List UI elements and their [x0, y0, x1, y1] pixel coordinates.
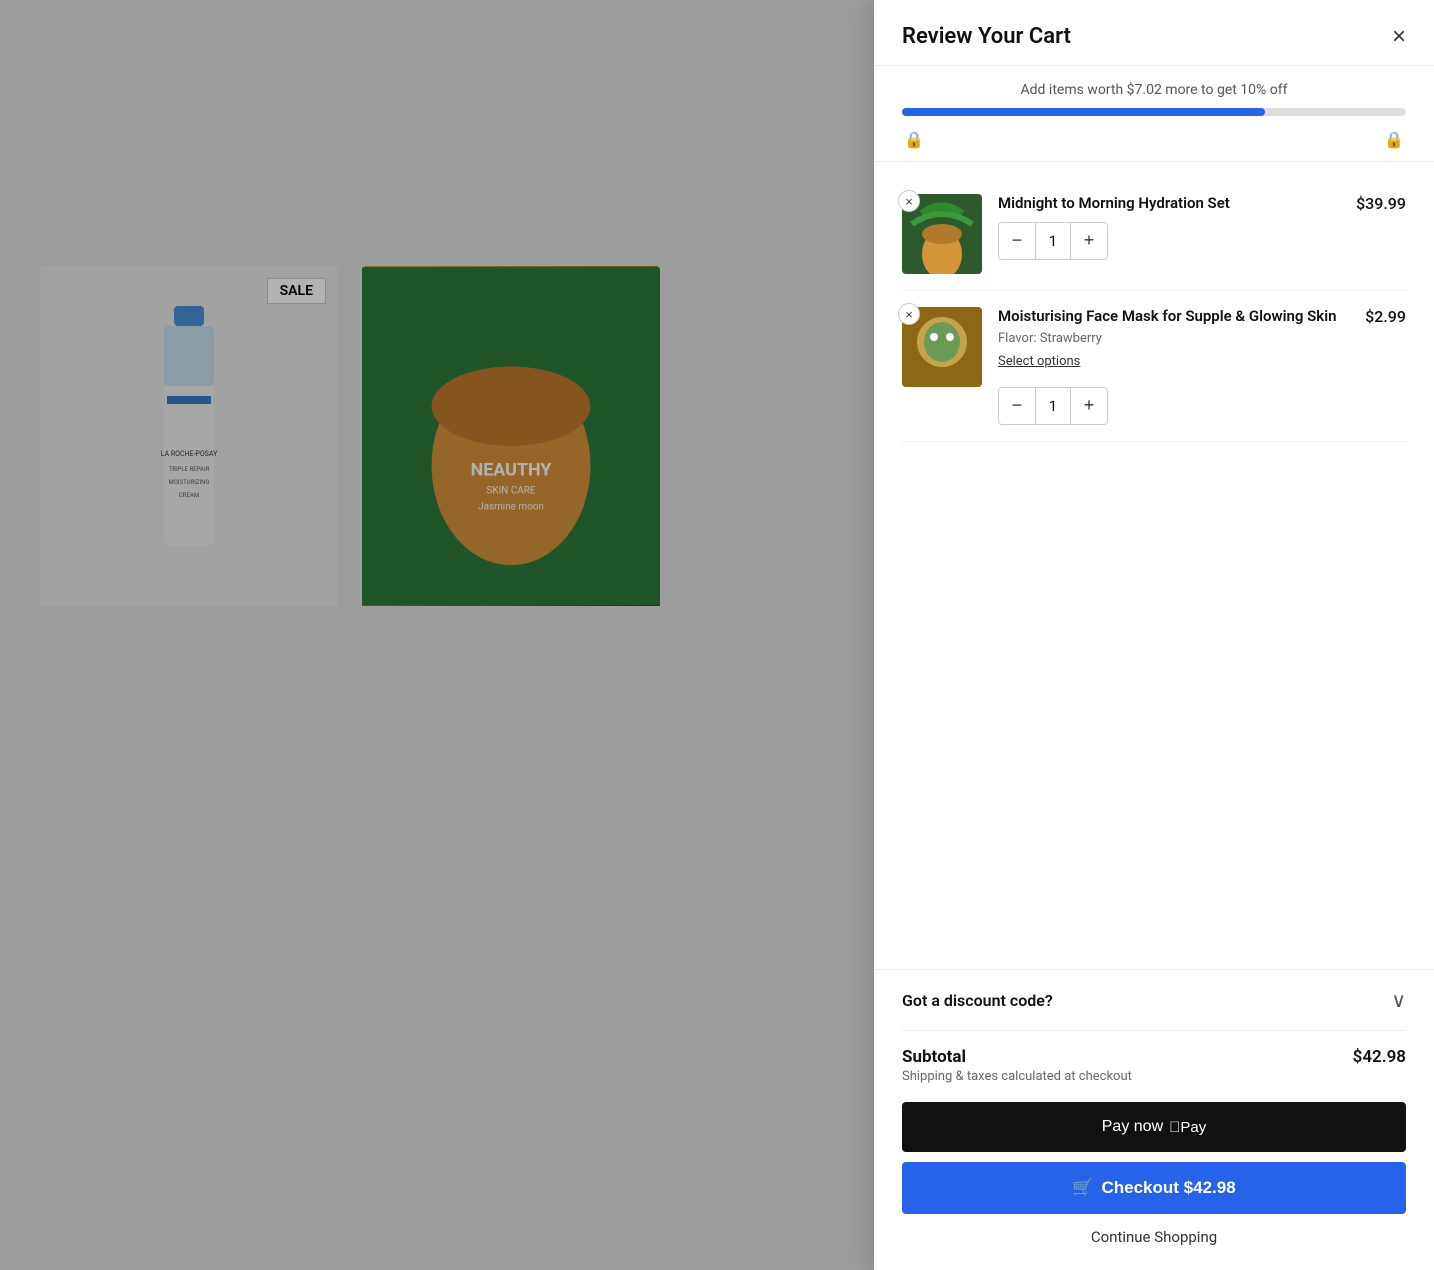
cart-header: Review Your Cart × [874, 0, 1434, 66]
discount-code-row[interactable]: Got a discount code? ∨ [902, 970, 1406, 1031]
cart-panel: Review Your Cart × Add items worth $7.02… [874, 0, 1434, 1270]
checkout-button[interactable]: 🛒 Checkout $42.98 [902, 1162, 1406, 1214]
subtotal-row: Subtotal Shipping & taxes calculated at … [902, 1031, 1406, 1088]
lock-icon-right: 🔒 [1384, 130, 1404, 149]
cart-items-list: × Midnight to Morning Hydration Set − 1 … [874, 162, 1434, 969]
subtotal-amount: $42.98 [1353, 1047, 1406, 1067]
increase-qty-2-button[interactable]: + [1071, 388, 1107, 424]
cart-item-1: × Midnight to Morning Hydration Set − 1 … [902, 178, 1406, 291]
chevron-down-icon: ∨ [1391, 988, 1406, 1012]
remove-item-1-button[interactable]: × [898, 190, 920, 212]
cart-item-1-quantity: − 1 + [998, 222, 1108, 260]
cart-item-2-name: Moisturising Face Mask for Supple & Glow… [998, 307, 1349, 327]
decrease-qty-1-button[interactable]: − [999, 223, 1035, 259]
discount-message: Add items worth $7.02 more to get 10% of… [902, 82, 1406, 98]
discount-progress-bar [902, 108, 1406, 116]
progress-bar-fill [902, 108, 1265, 116]
lock-icons: 🔒 🔒 [902, 130, 1406, 149]
cart-item-2-price: $2.99 [1365, 307, 1406, 425]
cart-item-2-details: Moisturising Face Mask for Supple & Glow… [998, 307, 1349, 425]
remove-item-2-button[interactable]: × [898, 303, 920, 325]
continue-shopping-link[interactable]: Continue Shopping [902, 1214, 1406, 1250]
discount-code-label: Got a discount code? [902, 991, 1053, 1010]
increase-qty-1-button[interactable]: + [1071, 223, 1107, 259]
shipping-note: Shipping & taxes calculated at checkout [902, 1069, 1132, 1084]
cart-item-2: × Moisturising Face Mask for Supple & Gl… [902, 291, 1406, 442]
decrease-qty-2-button[interactable]: − [999, 388, 1035, 424]
close-cart-button[interactable]: × [1392, 25, 1406, 49]
cart-item-1-price: $39.99 [1356, 194, 1406, 274]
select-options-link[interactable]: Select options [998, 354, 1080, 369]
cart-item-1-details: Midnight to Morning Hydration Set − 1 + [998, 194, 1340, 274]
checkout-label: Checkout $42.98 [1101, 1178, 1235, 1198]
discount-bar-section: Add items worth $7.02 more to get 10% of… [874, 66, 1434, 162]
subtotal-label: Subtotal [902, 1047, 1132, 1067]
cart-checkout-icon: 🛒 [1072, 1178, 1093, 1198]
cart-item-2-flavor: Flavor: Strawberry [998, 331, 1349, 346]
lock-icon-left: 🔒 [904, 130, 924, 149]
apple-pay-icon: Pay [1169, 1119, 1206, 1136]
cart-item-2-quantity: − 1 + [998, 387, 1108, 425]
pay-now-button[interactable]: Pay now Pay [902, 1102, 1406, 1152]
pay-now-label: Pay now [1102, 1118, 1163, 1136]
qty-value-1: 1 [1035, 223, 1071, 259]
cart-item-1-name: Midnight to Morning Hydration Set [998, 194, 1340, 214]
cart-title: Review Your Cart [902, 24, 1071, 49]
cart-footer: Got a discount code? ∨ Subtotal Shipping… [874, 969, 1434, 1270]
qty-value-2: 1 [1035, 388, 1071, 424]
